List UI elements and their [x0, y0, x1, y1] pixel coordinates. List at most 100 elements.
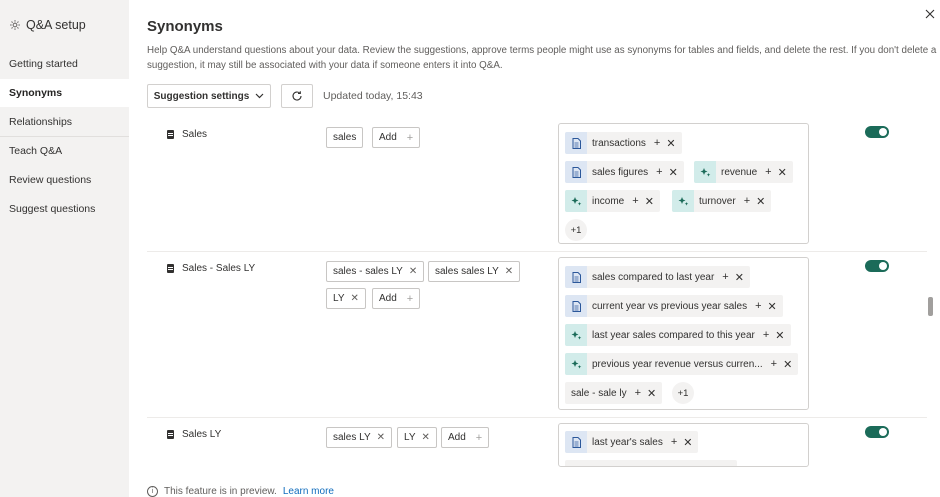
term-chip[interactable]: sales LY ✕	[326, 427, 393, 448]
suggestion-chip: sales compared to last year + ✕	[565, 266, 750, 288]
remove-term-icon[interactable]: ✕	[505, 266, 513, 277]
term-label: LY	[333, 293, 345, 304]
more-suggestions-badge[interactable]: +1	[672, 382, 694, 404]
term-label: LY	[404, 432, 416, 443]
term-chip[interactable]: sales - sales LY ✕	[326, 261, 425, 282]
remove-x-icon[interactable]: ✕	[778, 166, 787, 179]
add-term-button[interactable]: Add +	[372, 127, 421, 148]
refresh-button[interactable]	[281, 84, 313, 108]
suggestion-chip: turnover + ✕	[672, 190, 772, 212]
add-label: Add	[448, 432, 466, 443]
term-chip[interactable]: LY ✕	[397, 427, 437, 448]
refresh-icon	[292, 91, 302, 101]
remove-x-icon[interactable]: ✕	[783, 358, 792, 371]
suggestion-label: transactions	[592, 137, 646, 149]
suggestions-box: sales compared to last year + ✕ current y…	[558, 257, 809, 410]
add-label: Add	[379, 293, 397, 304]
row-name-label: Sales LY	[182, 429, 222, 440]
table-icon	[167, 130, 174, 139]
approve-plus-icon[interactable]: +	[654, 137, 660, 149]
scrollbar-thumb[interactable]	[928, 297, 933, 316]
remove-term-icon[interactable]: ✕	[377, 432, 385, 443]
more-suggestions-badge[interactable]: +1	[565, 219, 587, 241]
remove-x-icon[interactable]: ✕	[669, 166, 678, 179]
remove-x-icon[interactable]: ✕	[768, 300, 777, 313]
row-name: Sales - Sales LY	[167, 263, 255, 274]
suggestion-chip: sales figures + ✕	[565, 161, 684, 183]
document-icon	[565, 161, 587, 183]
learn-more-link[interactable]: Learn more	[283, 486, 334, 497]
suggestion-settings-button[interactable]: Suggestion settings	[147, 84, 271, 108]
remove-x-icon[interactable]: ✕	[645, 195, 654, 208]
term-chip[interactable]: sales sales LY ✕	[428, 261, 521, 282]
approve-plus-icon[interactable]: +	[771, 358, 777, 370]
chevron-down-icon	[255, 93, 264, 99]
close-button[interactable]	[922, 6, 938, 22]
approve-plus-icon[interactable]: +	[765, 166, 771, 178]
approve-plus-icon[interactable]: +	[763, 329, 769, 341]
remove-term-icon[interactable]: ✕	[409, 266, 417, 277]
approve-plus-icon[interactable]: +	[744, 195, 750, 207]
row-name-label: Sales - Sales LY	[182, 263, 256, 274]
suggestions-box: transactions + ✕ sales figures + ✕ revenue…	[558, 123, 809, 244]
suggestion-label: income	[592, 195, 625, 207]
remove-x-icon[interactable]: ✕	[735, 271, 744, 284]
approve-plus-icon[interactable]: +	[755, 300, 761, 312]
row-toggle[interactable]	[865, 260, 889, 272]
sidebar-item-synonyms[interactable]: Synonyms	[0, 79, 129, 107]
approve-plus-icon[interactable]: +	[722, 271, 728, 283]
approve-plus-icon[interactable]: +	[671, 436, 677, 448]
add-term-button[interactable]: Add +	[372, 288, 421, 309]
sidebar-item-teach-qa[interactable]: Teach Q&A	[0, 137, 129, 165]
sidebar-item-suggest-questions[interactable]: Suggest questions	[0, 195, 129, 223]
preview-notice: i This feature is in preview. Learn more	[147, 486, 334, 497]
updated-timestamp: Updated today, 15:43	[323, 90, 423, 102]
row-name: Sales	[167, 129, 207, 140]
suggestion-chip: revenue + ✕	[694, 161, 793, 183]
remove-x-icon[interactable]: ✕	[683, 436, 692, 449]
suggestion-chip: sale - sale ly + ✕	[565, 382, 663, 404]
sparkle-icon	[694, 161, 716, 183]
remove-x-icon[interactable]: ✕	[666, 137, 675, 150]
sidebar: Q&A setup Getting started Synonyms Relat…	[0, 0, 129, 497]
suggestion-settings-label: Suggestion settings	[153, 90, 250, 102]
remove-x-icon[interactable]: ✕	[775, 329, 784, 342]
remove-x-icon[interactable]: ✕	[756, 195, 765, 208]
sidebar-item-relationships[interactable]: Relationships	[0, 108, 129, 136]
term-chip[interactable]: LY ✕	[326, 288, 366, 309]
row-toggle[interactable]	[865, 126, 889, 138]
suggestion-label: turnover	[699, 195, 736, 207]
sidebar-item-getting-started[interactable]: Getting started	[0, 50, 129, 78]
approve-plus-icon[interactable]: +	[656, 166, 662, 178]
suggestion-label: last year sales compared to this year	[592, 329, 755, 341]
add-term-button[interactable]: Add +	[441, 427, 490, 448]
remove-term-icon[interactable]: ✕	[351, 293, 359, 304]
sparkle-icon	[672, 190, 694, 212]
document-icon	[565, 132, 587, 154]
suggestion-label: current year vs previous year sales	[592, 300, 748, 312]
plus-icon: +	[406, 292, 414, 305]
suggestion-label: sales figures	[592, 166, 649, 178]
plus-icon: +	[406, 131, 414, 144]
approve-plus-icon[interactable]: +	[632, 195, 638, 207]
suggestion-label: sales compared to last year	[592, 271, 715, 283]
page-title: Synonyms	[147, 18, 223, 35]
term-chip[interactable]: sales	[326, 127, 364, 148]
sparkle-icon	[565, 324, 587, 346]
table-icon	[167, 264, 174, 273]
sidebar-item-review-questions[interactable]: Review questions	[0, 166, 129, 194]
suggestion-label: previous year revenue versus curren...	[592, 358, 763, 370]
plus-icon: +	[475, 431, 483, 444]
sidebar-header: Q&A setup	[9, 18, 86, 32]
suggestion-chip: last year sales compared to this year + ✕	[565, 324, 791, 346]
remove-term-icon[interactable]: ✕	[422, 432, 430, 443]
remove-x-icon[interactable]: ✕	[647, 387, 656, 400]
close-icon	[925, 9, 935, 19]
row-divider	[147, 417, 927, 418]
row-toggle[interactable]	[865, 426, 889, 438]
add-label: Add	[379, 132, 397, 143]
approve-plus-icon[interactable]: +	[635, 387, 641, 399]
suggestions-box: last year's sales + ✕	[558, 423, 809, 467]
term-label: sales - sales LY	[333, 266, 403, 277]
gear-icon	[10, 20, 20, 30]
